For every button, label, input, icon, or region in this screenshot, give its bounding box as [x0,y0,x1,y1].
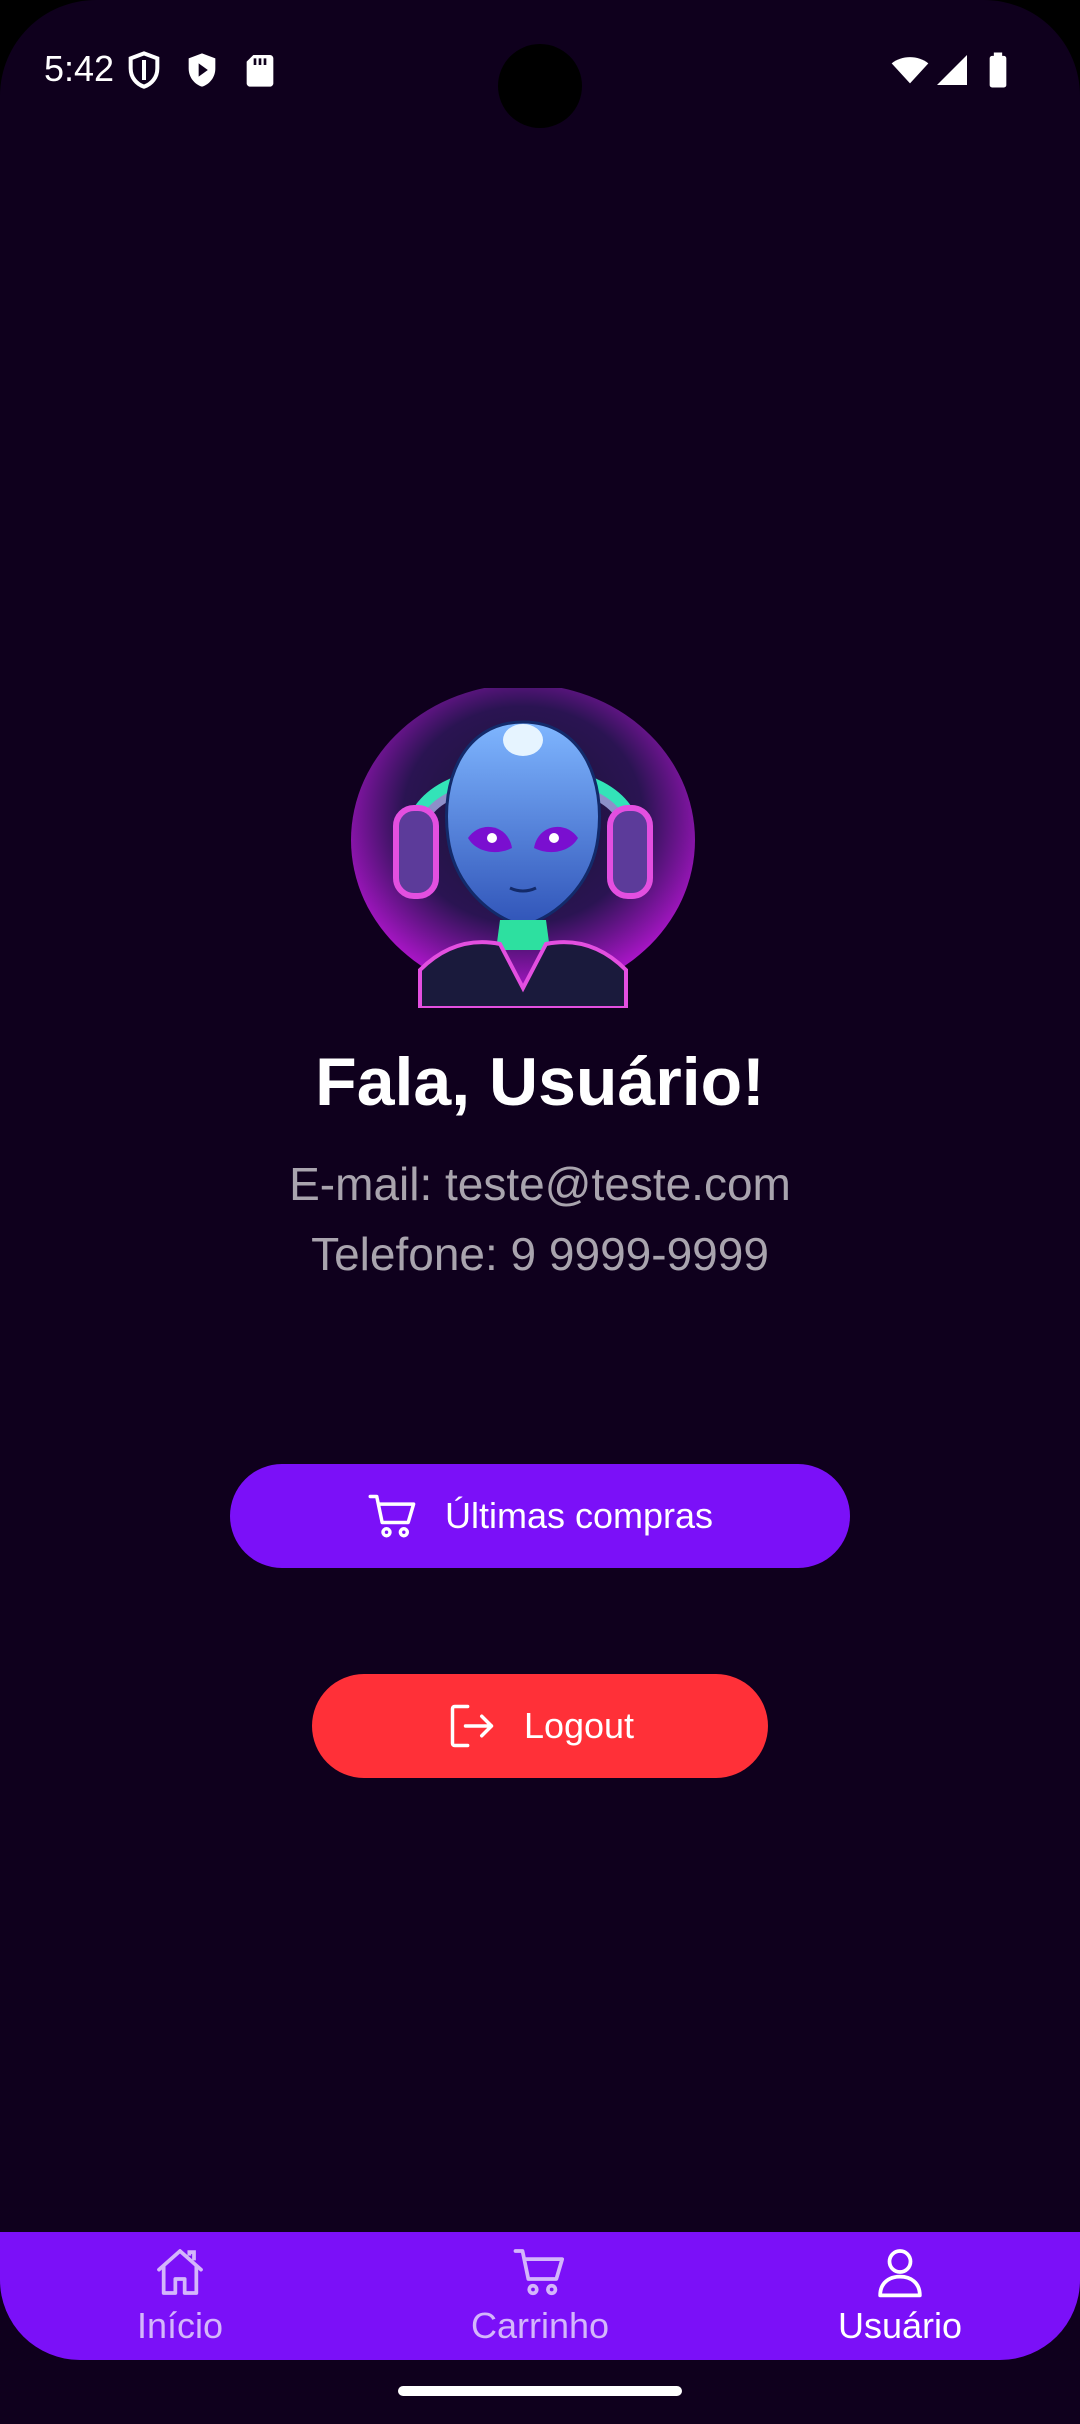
cart-icon [368,1494,416,1538]
logout-icon [450,1704,494,1748]
home-icon [157,2249,203,2295]
front-camera [498,44,582,128]
greeting-title: Fala, Usuário! [315,1044,765,1120]
cart-icon [513,2249,565,2296]
play-protect-icon [188,53,216,87]
logout-button[interactable]: Logout [312,1674,768,1778]
bottom-nav: Início Carrinho Usuário [0,2232,1080,2360]
nav-label-home: Início [136,2305,224,2346]
nav-label-user: Usuário [837,2305,963,2346]
nav-item-home[interactable]: Início [0,2232,360,2360]
sd-card-icon [246,55,274,87]
user-phone: Telefone: 9 9999-9999 [311,1228,769,1280]
status-time: 5:42 [44,48,115,89]
user-icon [878,2249,922,2298]
user-profile-screen: 5:42 Fala, Usuário! E-mail: teste@teste.… [0,0,1080,2424]
shield-icon [128,51,160,89]
nav-item-user[interactable]: Usuário [720,2232,1080,2360]
last-purchases-label: Últimas compras [444,1495,714,1536]
nav-item-cart[interactable]: Carrinho [360,2232,720,2360]
avatar [351,688,695,1008]
logout-label: Logout [523,1705,635,1746]
signal-icon [937,55,967,85]
wifi-icon [891,57,929,84]
nav-label-cart: Carrinho [470,2305,610,2346]
user-email: E-mail: teste@teste.com [289,1158,791,1210]
gesture-handle[interactable] [398,2386,682,2396]
battery-icon [989,52,1007,88]
status-bar: 5:42 [0,0,1080,140]
last-purchases-button[interactable]: Últimas compras [230,1464,850,1568]
